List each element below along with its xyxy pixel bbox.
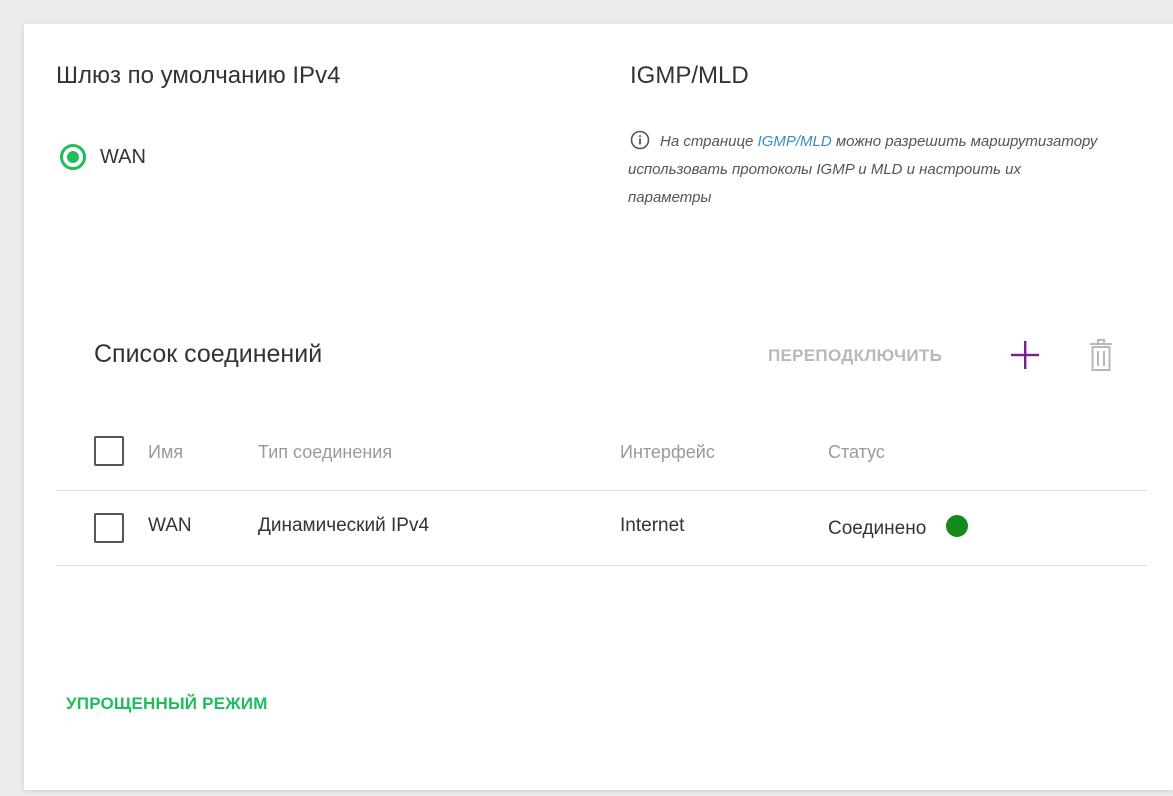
select-all-checkbox[interactable] xyxy=(94,436,124,466)
column-header-status[interactable]: Статус xyxy=(828,442,885,463)
plus-icon[interactable] xyxy=(1008,338,1042,372)
connection-interface: Internet xyxy=(620,515,685,536)
trash-icon[interactable] xyxy=(1088,338,1114,372)
settings-card: Шлюз по умолчанию IPv4 WAN IGMP/MLD На с… xyxy=(24,24,1173,790)
connections-table: Имя Тип соединения Интерфейс Статус WAN … xyxy=(56,428,1147,566)
radio-dot xyxy=(67,151,79,163)
table-row[interactable]: WAN Динамический IPv4 Internet Соединено xyxy=(56,491,1147,566)
connection-status: Соединено xyxy=(828,515,969,540)
connection-status-text: Соединено xyxy=(828,518,927,539)
igmp-section-title: IGMP/MLD xyxy=(630,62,749,89)
radio-selected-icon[interactable] xyxy=(60,144,86,170)
column-header-type[interactable]: Тип соединения xyxy=(258,442,392,463)
reconnect-button[interactable]: ПЕРЕПОДКЛЮЧИТЬ xyxy=(768,346,942,366)
connection-name: WAN xyxy=(148,515,192,536)
table-header-row: Имя Тип соединения Интерфейс Статус xyxy=(56,428,1147,491)
igmp-note-prefix: На странице xyxy=(660,133,758,150)
simple-mode-link[interactable]: УПРОЩЕННЫЙ РЕЖИМ xyxy=(66,694,268,714)
connections-list-title: Список соединений xyxy=(94,340,323,368)
column-header-name[interactable]: Имя xyxy=(148,442,183,463)
row-checkbox[interactable] xyxy=(94,513,124,543)
status-indicator-icon xyxy=(946,515,969,537)
gateway-radio-label: WAN xyxy=(100,145,146,168)
igmp-info-note: На странице IGMP/MLD можно разрешить мар… xyxy=(628,128,1108,212)
info-icon xyxy=(630,130,650,150)
connection-type: Динамический IPv4 xyxy=(258,515,430,536)
gateway-section-title: Шлюз по умолчанию IPv4 xyxy=(56,62,341,89)
gateway-radio-wan[interactable]: WAN xyxy=(60,144,146,170)
igmp-link[interactable]: IGMP/MLD xyxy=(758,133,832,150)
column-header-interface[interactable]: Интерфейс xyxy=(620,442,715,463)
